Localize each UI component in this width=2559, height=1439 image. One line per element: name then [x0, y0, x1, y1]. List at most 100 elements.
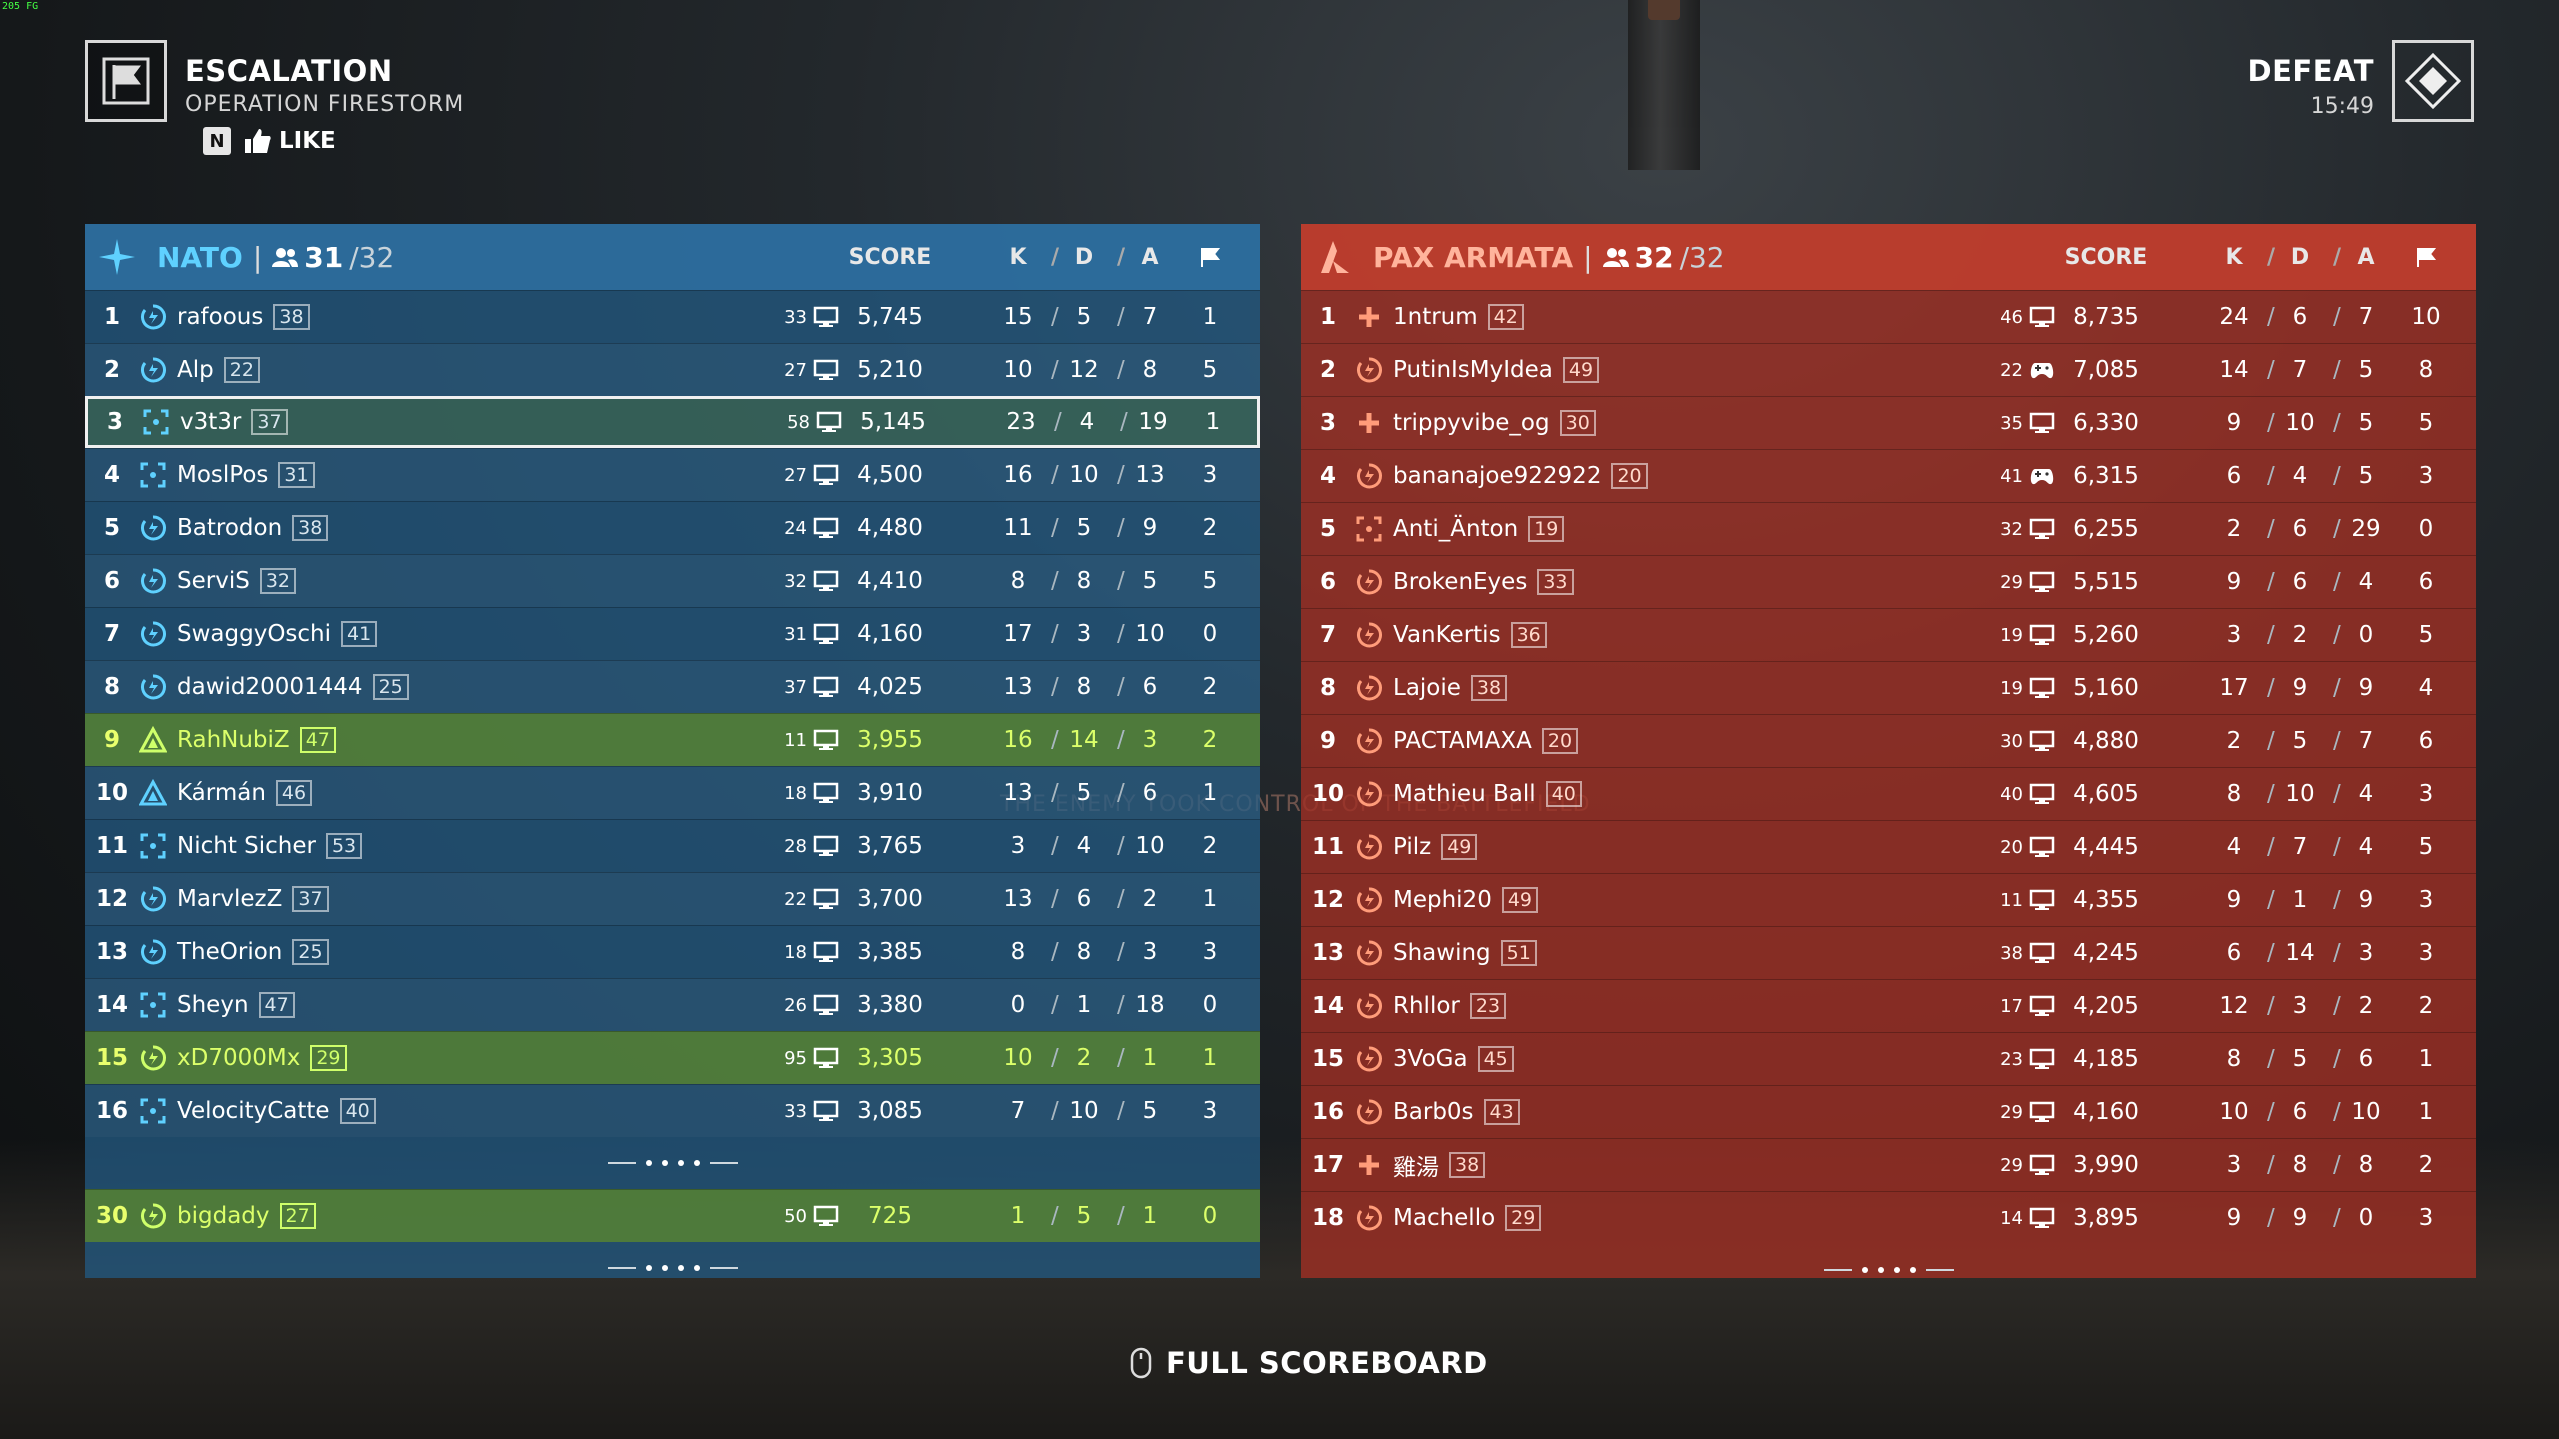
- player-name-cell[interactable]: Alp 22: [177, 357, 717, 383]
- player-name-cell[interactable]: MoslPos 31: [177, 462, 717, 488]
- player-name-cell[interactable]: MarvlezZ 37: [177, 886, 717, 912]
- player-row[interactable]: 10 Kármán 46 18 3,910 13/5/6 1: [85, 766, 1260, 819]
- list-pager-bottom[interactable]: [85, 1242, 1260, 1294]
- player-name-cell[interactable]: ServiS 32: [177, 568, 717, 594]
- player-flags: 2: [1202, 674, 1218, 700]
- player-row[interactable]: 15 xD7000Mx 29 95 3,305 10/2/1 1: [85, 1031, 1260, 1084]
- player-row[interactable]: 3 v3t3r 37 58 5,145 23/4/19 1: [85, 396, 1260, 448]
- player-name-cell[interactable]: SwaggyOschi 41: [177, 621, 717, 647]
- list-pager-top[interactable]: [85, 1137, 1260, 1189]
- player-name-cell[interactable]: PutinIsMyIdea 49: [1393, 357, 1933, 383]
- player-row[interactable]: 13 Shawing 51 38 4,245 6/14/3 3: [1301, 926, 2476, 979]
- player-score: 3,955: [857, 727, 923, 753]
- player-name-cell[interactable]: trippyvibe_og 30: [1393, 410, 1933, 436]
- player-row[interactable]: 14 Rhllor 23 17 4,205 12/3/2 2: [1301, 979, 2476, 1032]
- player-name-cell[interactable]: VanKertis 36: [1393, 622, 1933, 648]
- player-name-cell[interactable]: rafoous 38: [177, 304, 717, 330]
- player-row[interactable]: 7 SwaggyOschi 41 31 4,160 17/3/10 0: [85, 607, 1260, 660]
- player-name-cell[interactable]: 雞湯 38: [1393, 1148, 1933, 1182]
- player-row[interactable]: 4 bananajoe922922 20 41 6,315 6/4/5 3: [1301, 449, 2476, 502]
- player-name-cell[interactable]: Rhllor 23: [1393, 993, 1933, 1019]
- player-row[interactable]: 9 PACTAMAXA 20 30 4,880 2/5/7 6: [1301, 714, 2476, 767]
- player-name-cell[interactable]: Shawing 51: [1393, 940, 1933, 966]
- player-name-cell[interactable]: Mephi20 49: [1393, 887, 1933, 913]
- player-name-cell[interactable]: Mathieu Ball 40: [1393, 781, 1933, 807]
- player-row[interactable]: 16 Barb0s 43 29 4,160 10/6/10 1: [1301, 1085, 2476, 1138]
- player-name-cell[interactable]: bigdady 27: [177, 1203, 717, 1229]
- player-deaths: 14: [1069, 727, 1099, 753]
- player-flags: 1: [1202, 780, 1218, 806]
- player-name-cell[interactable]: Nicht Sicher 53: [177, 833, 717, 859]
- player-row[interactable]: 17 雞湯 38 29 3,990 3/8/8 2: [1301, 1138, 2476, 1191]
- column-header-score[interactable]: SCORE: [825, 224, 955, 290]
- player-flags: 0: [2418, 516, 2434, 542]
- player-ping: 50: [784, 1205, 807, 1227]
- player-row[interactable]: 2 Alp 22 27 5,210 10/12/8 5: [85, 343, 1260, 396]
- full-scoreboard-button[interactable]: FULL SCOREBOARD: [1130, 1346, 1488, 1380]
- player-rank: 13: [95, 939, 128, 965]
- player-score: 5,515: [2073, 569, 2139, 595]
- player-row[interactable]: 2 PutinIsMyIdea 49 22 7,085 14/7/5 8: [1301, 343, 2476, 396]
- player-assists: 4: [2358, 781, 2374, 807]
- player-ping: 11: [2000, 889, 2023, 911]
- player-name-cell[interactable]: Lajoie 38: [1393, 675, 1933, 701]
- player-row[interactable]: 4 MoslPos 31 27 4,500 16/10/13 3: [85, 448, 1260, 501]
- player-rank: 9: [103, 727, 120, 753]
- player-rank: 12: [95, 886, 128, 912]
- player-row[interactable]: 1 1ntrum 42 46 8,735 24/6/7 10: [1301, 290, 2476, 343]
- player-row[interactable]: 8 Lajoie 38 19 5,160 17/9/9 4: [1301, 661, 2476, 714]
- player-name-cell[interactable]: 3VoGa 45: [1393, 1046, 1933, 1072]
- player-ping: 18: [784, 941, 807, 963]
- player-row[interactable]: 6 BrokenEyes 33 29 5,515 9/6/4 6: [1301, 555, 2476, 608]
- player-row[interactable]: 7 VanKertis 36 19 5,260 3/2/0 5: [1301, 608, 2476, 661]
- player-row[interactable]: 12 Mephi20 49 11 4,355 9/1/9 3: [1301, 873, 2476, 926]
- player-row[interactable]: 12 MarvlezZ 37 22 3,700 13/6/2 1: [85, 872, 1260, 925]
- player-name-cell[interactable]: dawid20001444 25: [177, 674, 717, 700]
- player-row[interactable]: 5 Anti_Änton 19 32 6,255 2/6/29 0: [1301, 502, 2476, 555]
- player-rank-badge: 20: [1611, 463, 1648, 489]
- player-row[interactable]: 6 ServiS 32 32 4,410 8/8/5 5: [85, 554, 1260, 607]
- player-row[interactable]: 11 Nicht Sicher 53 28 3,765 3/4/10 2: [85, 819, 1260, 872]
- player-row[interactable]: 10 Mathieu Ball 40 40 4,605 8/10/4 3: [1301, 767, 2476, 820]
- player-kills: 14: [2219, 357, 2249, 383]
- player-deaths: 7: [2292, 357, 2308, 383]
- player-name-cell[interactable]: v3t3r 37: [180, 409, 720, 435]
- player-name-cell[interactable]: bananajoe922922 20: [1393, 463, 1933, 489]
- player-name-cell[interactable]: Machello 29: [1393, 1205, 1933, 1231]
- player-row[interactable]: 15 3VoGa 45 23 4,185 8/5/6 1: [1301, 1032, 2476, 1085]
- player-row[interactable]: 18 Machello 29 14 3,895 9/9/0 3: [1301, 1191, 2476, 1244]
- player-row[interactable]: 8 dawid20001444 25 37 4,025 13/8/6 2: [85, 660, 1260, 713]
- player-rank: 4: [103, 462, 120, 488]
- player-name-cell[interactable]: Anti_Änton 19: [1393, 516, 1933, 542]
- player-name-cell[interactable]: Barb0s 43: [1393, 1099, 1933, 1125]
- player-row[interactable]: 30 bigdady 27 50 725 1/5/1 0: [85, 1189, 1260, 1242]
- player-row[interactable]: 1 rafoous 38 33 5,745 15/5/7 1: [85, 290, 1260, 343]
- player-row[interactable]: 11 Pilz 49 20 4,445 4/7/4 5: [1301, 820, 2476, 873]
- player-name-cell[interactable]: 1ntrum 42: [1393, 304, 1933, 330]
- column-header-flags[interactable]: [1180, 224, 1240, 290]
- column-header-score[interactable]: SCORE: [2041, 224, 2171, 290]
- player-flags: 6: [2418, 728, 2434, 754]
- like-button[interactable]: LIKE: [245, 128, 336, 154]
- player-name-cell[interactable]: xD7000Mx 29: [177, 1045, 717, 1071]
- player-row[interactable]: 9 RahNubiZ 47 11 3,955 16/14/3 2: [85, 713, 1260, 766]
- player-name-cell[interactable]: Pilz 49: [1393, 834, 1933, 860]
- list-pager[interactable]: [1301, 1244, 2476, 1296]
- player-name-cell[interactable]: RahNubiZ 47: [177, 727, 717, 753]
- player-name-cell[interactable]: PACTAMAXA 20: [1393, 728, 1933, 754]
- player-name-cell[interactable]: TheOrion 25: [177, 939, 717, 965]
- player-name-cell[interactable]: Sheyn 47: [177, 992, 717, 1018]
- player-deaths: 10: [2285, 410, 2315, 436]
- player-row[interactable]: 13 TheOrion 25 18 3,385 8/8/3 3: [85, 925, 1260, 978]
- player-row[interactable]: 14 Sheyn 47 26 3,380 0/1/18 0: [85, 978, 1260, 1031]
- player-name-cell[interactable]: Batrodon 38: [177, 515, 717, 541]
- player-row[interactable]: 3 trippyvibe_og 30 35 6,330 9/10/5 5: [1301, 396, 2476, 449]
- player-name-cell[interactable]: BrokenEyes 33: [1393, 569, 1933, 595]
- player-name-cell[interactable]: Kármán 46: [177, 780, 717, 806]
- player-row[interactable]: 16 VelocityCatte 40 33 3,085 7/10/5 3: [85, 1084, 1260, 1137]
- player-row[interactable]: 5 Batrodon 38 24 4,480 11/5/9 2: [85, 501, 1260, 554]
- player-name-cell[interactable]: VelocityCatte 40: [177, 1098, 717, 1124]
- player-rank-badge: 37: [251, 409, 288, 435]
- column-header-flags[interactable]: [2396, 224, 2456, 290]
- player-score: 4,410: [857, 568, 923, 594]
